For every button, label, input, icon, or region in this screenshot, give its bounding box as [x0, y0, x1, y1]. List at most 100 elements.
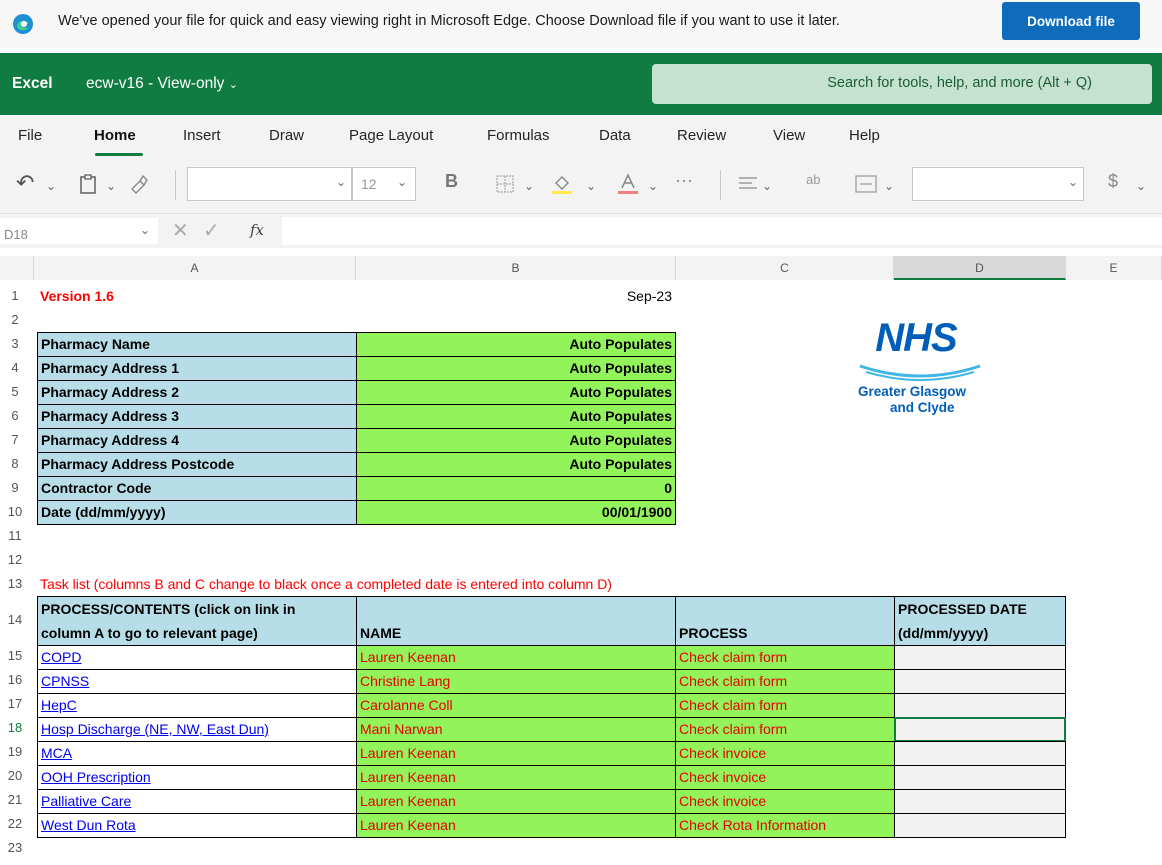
task-name-cell[interactable]: Christine Lang: [356, 669, 676, 694]
font-size-select[interactable]: 12 ⌄: [352, 167, 416, 201]
fill-color-icon[interactable]: [550, 171, 574, 195]
row-header[interactable]: 23: [0, 840, 30, 855]
task-link-cell[interactable]: COPD: [37, 645, 357, 670]
task-link-cell[interactable]: West Dun Rota: [37, 813, 357, 838]
task-name-cell[interactable]: Carolanne Coll: [356, 693, 676, 718]
task-process-cell[interactable]: Check Rota Information: [675, 813, 895, 838]
merge-cells-icon[interactable]: [855, 175, 877, 193]
task-link-cell[interactable]: CPNSS: [37, 669, 357, 694]
task-name-cell[interactable]: Mani Narwan: [356, 717, 676, 742]
info-value-cell[interactable]: Auto Populates: [356, 428, 676, 453]
wrap-text-icon[interactable]: ab: [806, 172, 820, 187]
task-link[interactable]: OOH Prescription: [41, 769, 151, 785]
row-header[interactable]: 10: [0, 504, 30, 519]
chevron-down-icon[interactable]: ⌄: [648, 179, 658, 193]
tab-data[interactable]: Data: [599, 127, 631, 144]
task-link[interactable]: CPNSS: [41, 673, 89, 689]
task-link-cell[interactable]: Hosp Discharge (NE, NW, East Dun): [37, 717, 357, 742]
tab-view[interactable]: View: [773, 127, 805, 144]
task-date-cell[interactable]: [894, 765, 1066, 790]
chevron-down-icon[interactable]: ⌄: [46, 179, 56, 193]
row-header[interactable]: 1: [0, 288, 30, 303]
header-processed-date[interactable]: PROCESSED DATE (dd/mm/yyyy): [894, 596, 1066, 646]
font-family-select[interactable]: ⌄: [187, 167, 352, 201]
task-link[interactable]: HepC: [41, 697, 77, 713]
task-process-cell[interactable]: Check invoice: [675, 765, 895, 790]
task-process-cell[interactable]: Check claim form: [675, 717, 895, 742]
task-link[interactable]: MCA: [41, 745, 72, 761]
row-header[interactable]: 17: [0, 696, 30, 711]
selected-cell-d18[interactable]: [894, 717, 1066, 742]
number-format-select[interactable]: ⌄: [912, 167, 1084, 201]
chevron-down-icon[interactable]: ⌄: [1136, 179, 1146, 193]
task-link-cell[interactable]: Palliative Care: [37, 789, 357, 814]
header-name[interactable]: NAME: [356, 596, 676, 646]
row-header[interactable]: 3: [0, 336, 30, 351]
tab-home[interactable]: Home: [94, 127, 136, 144]
chevron-down-icon[interactable]: ⌄: [762, 179, 772, 193]
undo-icon[interactable]: ↶: [16, 170, 34, 196]
tab-review[interactable]: Review: [677, 127, 726, 144]
task-date-cell[interactable]: [894, 813, 1066, 838]
task-process-cell[interactable]: Check claim form: [675, 693, 895, 718]
chevron-down-icon[interactable]: ⌄: [586, 179, 596, 193]
row-header[interactable]: 22: [0, 816, 30, 831]
task-name-cell[interactable]: Lauren Keenan: [356, 765, 676, 790]
info-label-cell[interactable]: Pharmacy Address Postcode: [37, 452, 357, 477]
confirm-icon[interactable]: ✓: [203, 218, 220, 243]
row-header[interactable]: 7: [0, 432, 30, 447]
row-header[interactable]: 9: [0, 480, 30, 495]
task-process-cell[interactable]: Check invoice: [675, 789, 895, 814]
info-label-cell[interactable]: Pharmacy Address 4: [37, 428, 357, 453]
info-value-cell[interactable]: Auto Populates: [356, 380, 676, 405]
task-name-cell[interactable]: Lauren Keenan: [356, 741, 676, 766]
task-process-cell[interactable]: Check claim form: [675, 669, 895, 694]
month-cell[interactable]: Sep-23: [356, 288, 672, 304]
format-painter-icon[interactable]: [128, 173, 150, 195]
row-header[interactable]: 5: [0, 384, 30, 399]
info-label-cell[interactable]: Pharmacy Address 2: [37, 380, 357, 405]
task-name-cell[interactable]: Lauren Keenan: [356, 789, 676, 814]
chevron-down-icon[interactable]: ⌄: [884, 179, 894, 193]
info-value-cell[interactable]: Auto Populates: [356, 404, 676, 429]
task-link[interactable]: COPD: [41, 649, 81, 665]
row-header[interactable]: 18: [0, 720, 30, 735]
task-date-cell[interactable]: [894, 789, 1066, 814]
row-header[interactable]: 11: [0, 528, 30, 543]
font-color-icon[interactable]: [616, 171, 640, 195]
currency-icon[interactable]: $: [1108, 171, 1118, 192]
row-header[interactable]: 8: [0, 456, 30, 471]
formula-input[interactable]: [282, 217, 1162, 245]
task-link[interactable]: West Dun Rota: [41, 817, 136, 833]
column-header-a[interactable]: A: [34, 256, 356, 280]
task-process-cell[interactable]: Check invoice: [675, 741, 895, 766]
function-icon[interactable]: fx: [250, 221, 264, 239]
info-value-cell[interactable]: Auto Populates: [356, 356, 676, 381]
info-value-cell[interactable]: 0: [356, 476, 676, 501]
search-input[interactable]: Search for tools, help, and more (Alt + …: [652, 64, 1152, 104]
select-all-corner[interactable]: [0, 256, 34, 280]
tab-insert[interactable]: Insert: [183, 127, 221, 144]
task-process-cell[interactable]: Check claim form: [675, 645, 895, 670]
tab-formulas[interactable]: Formulas: [487, 127, 550, 144]
task-date-cell[interactable]: [894, 693, 1066, 718]
column-header-b[interactable]: B: [356, 256, 676, 280]
row-header[interactable]: 6: [0, 408, 30, 423]
row-header[interactable]: 4: [0, 360, 30, 375]
header-process-contents[interactable]: PROCESS/CONTENTS (click on link in colum…: [37, 596, 357, 646]
task-date-cell[interactable]: [894, 741, 1066, 766]
task-date-cell[interactable]: [894, 669, 1066, 694]
tab-file[interactable]: File: [18, 127, 42, 144]
row-header[interactable]: 15: [0, 648, 30, 663]
task-list-note[interactable]: Task list (columns B and C change to bla…: [40, 576, 612, 592]
row-header[interactable]: 2: [0, 312, 30, 327]
tab-draw[interactable]: Draw: [269, 127, 304, 144]
task-link[interactable]: Palliative Care: [41, 793, 131, 809]
task-date-cell[interactable]: [894, 645, 1066, 670]
row-header[interactable]: 19: [0, 744, 30, 759]
info-label-cell[interactable]: Pharmacy Address 3: [37, 404, 357, 429]
tab-page-layout[interactable]: Page Layout: [349, 127, 433, 144]
chevron-down-icon[interactable]: ⌄: [524, 179, 534, 193]
info-value-cell[interactable]: Auto Populates: [356, 332, 676, 357]
info-value-cell[interactable]: 00/01/1900: [356, 500, 676, 525]
